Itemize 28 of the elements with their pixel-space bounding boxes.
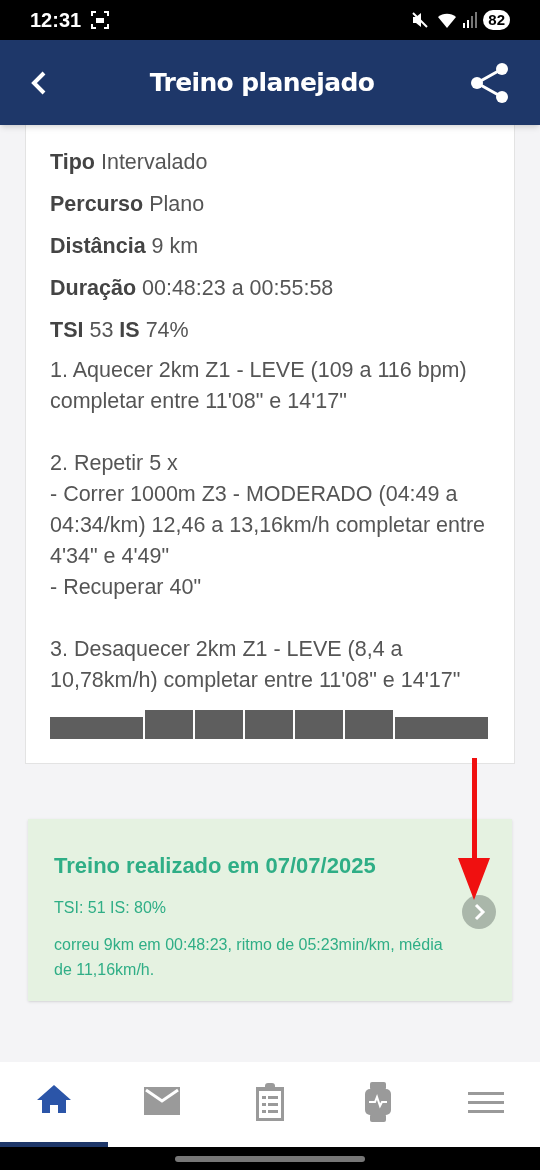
mute-icon	[411, 11, 430, 29]
completed-workout-card[interactable]: Treino realizado em 07/07/2025 TSI: 51 IS: 80% correu 9km em 00:48:23, ritmo de 05:23min/km, média de 11,16km/h.	[28, 819, 512, 1001]
summary-line: Duração 00:48:23 a 00:55:58	[50, 275, 335, 302]
completed-stats: TSI: 51 IS: 80%	[54, 898, 168, 918]
intensity-segment	[145, 710, 193, 739]
step-text: 3. Desaquecer 2km Z1 - LEVE (8,4 a 10,78km/h) completar entre 11'08" e 14'17"	[50, 636, 462, 694]
page-title: Treino planejado	[148, 66, 376, 99]
step-text: 1. Aquecer 2km Z1 - LEVE (109 a 116 bpm) completar entre 11'08" e 14'17"	[50, 357, 468, 415]
intensity-segment	[295, 710, 343, 739]
intensity-segment	[245, 710, 293, 739]
chevron-icon[interactable]	[462, 895, 496, 929]
share-button[interactable]	[470, 61, 510, 104]
step-text: - Correr 1000m Z3 - MODERADO (04:49 a 04:34/km) 12,46 a 13,16km/h completar entre 4'34" e 4'49"	[50, 481, 487, 570]
intensity-segment	[345, 710, 393, 739]
summary-line: Percurso Plano	[50, 191, 206, 218]
battery-level: 82	[483, 10, 510, 30]
completed-title: Treino realizado em 07/07/2025	[54, 852, 377, 880]
status-time: 12:31	[30, 8, 82, 33]
screenshot-icon	[91, 11, 110, 29]
step-text: - Recuperar 40"	[50, 574, 203, 601]
intensity-segment	[195, 710, 243, 739]
signal-icon	[463, 12, 478, 28]
step-text: 2. Repetir 5 x	[50, 450, 179, 477]
home-indicator[interactable]	[175, 1155, 365, 1162]
summary-line: Tipo Intervalado	[50, 149, 209, 176]
completed-description: correu 9km em 00:48:23, ritmo de 05:23min/km, média de 11,16km/h.	[54, 935, 444, 980]
summary-line: TSI 53 IS 74%	[50, 317, 190, 344]
summary-line: Distância 9 km	[50, 233, 200, 260]
